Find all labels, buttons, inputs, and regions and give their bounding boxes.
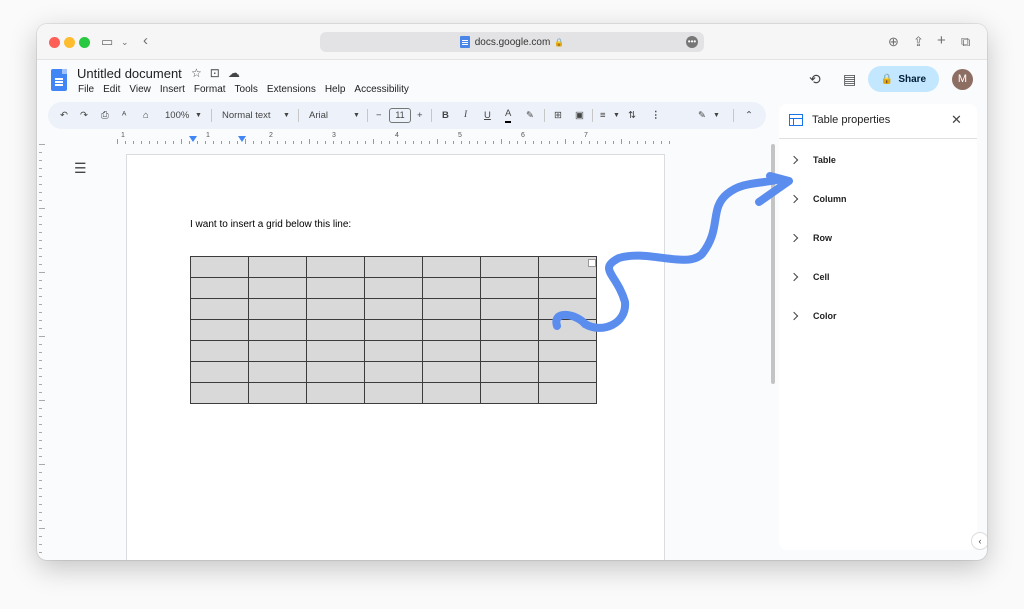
annotation-arrow <box>552 172 793 332</box>
screen: ▭ ⌄ ‹ docs.google.com 🔒 ••• ⊕ ⇪ + ⧉ Unti… <box>0 0 1024 609</box>
arrow-stroke <box>552 176 781 332</box>
browser-window: ▭ ⌄ ‹ docs.google.com 🔒 ••• ⊕ ⇪ + ⧉ Unti… <box>37 24 987 560</box>
